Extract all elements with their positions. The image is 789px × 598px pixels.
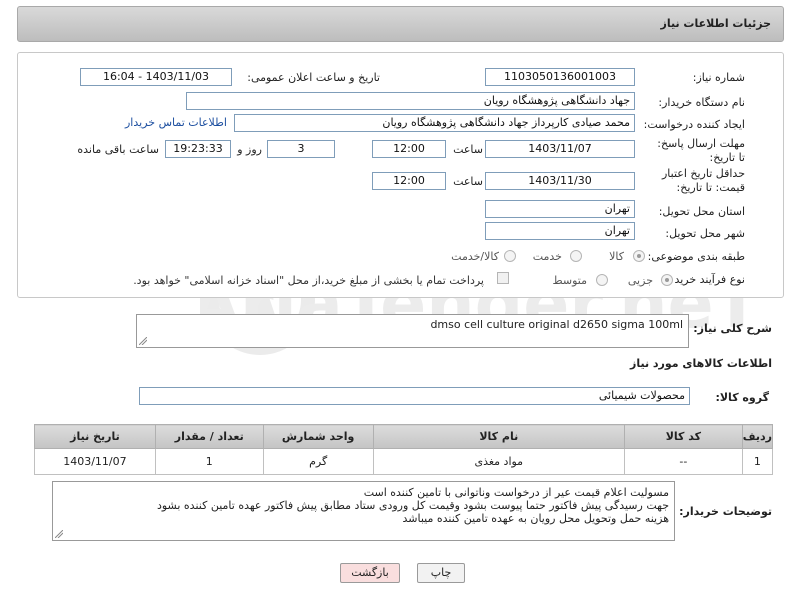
buyer-contact-link[interactable]: اطلاعات تماس خریدار [125, 116, 227, 129]
buyer-notes-label: توضیحات خریدار: [679, 505, 772, 518]
announce-label: تاریخ و ساعت اعلان عمومی: [247, 71, 380, 84]
buyer-org-field[interactable]: جهاد دانشگاهی پژوهشگاه رویان [186, 92, 635, 110]
process-label: نوع فرآیند خرید : [667, 273, 745, 286]
validity-time-label: ساعت [453, 175, 483, 188]
category-service-radio[interactable] [570, 250, 582, 262]
validity-time-field[interactable]: 12:00 [372, 172, 446, 190]
remaining-time-field[interactable]: 19:23:33 [165, 140, 231, 158]
goods-group-label: گروه کالا: [715, 391, 769, 404]
category-goods-radio[interactable] [633, 250, 645, 262]
province-field[interactable]: تهران [485, 200, 635, 218]
need-number-label: شماره نیاز: [692, 71, 745, 84]
process-medium-radio[interactable] [596, 274, 608, 286]
summary-text: dmso cell culture original d2650 sigma 1… [430, 318, 683, 331]
buyer-notes-line-3: هزینه حمل وتحویل محل رویان به عهده تامین… [402, 512, 669, 525]
city-field[interactable]: تهران [485, 222, 635, 240]
buyer-org-label: نام دستگاه خریدار: [658, 96, 745, 109]
table-row[interactable]: 1 -- مواد مغذی گرم 1 1403/11/07 [34, 448, 774, 475]
col-header-row-number: ردیف [741, 424, 774, 449]
reply-time-field[interactable]: 12:00 [372, 140, 446, 158]
reply-date-field[interactable]: 1403/11/07 [485, 140, 635, 158]
back-button[interactable]: بازگشت [340, 563, 400, 583]
col-header-code: کد کالا [624, 424, 743, 449]
city-label: شهر محل تحویل: [665, 227, 745, 240]
page-title: جزئیات اطلاعات نیاز [660, 17, 772, 30]
print-button[interactable]: چاپ [417, 563, 465, 583]
resize-grip-icon[interactable] [139, 337, 147, 345]
cell-name: مواد مغذی [372, 448, 626, 475]
reply-time-label: ساعت [453, 143, 483, 156]
process-medium-label: متوسط [552, 274, 587, 287]
category-label: طبقه بندی موضوعی: [647, 250, 745, 263]
col-header-name: نام کالا [372, 424, 626, 449]
cell-row-number: 1 [741, 448, 774, 475]
resize-grip-icon[interactable] [55, 530, 63, 538]
validity-label: حداقل تاریخ اعتبار قیمت: تا تاریخ: [661, 167, 745, 194]
cell-quantity: 1 [154, 448, 264, 475]
page-header: جزئیات اطلاعات نیاز [17, 6, 784, 42]
goods-info-title: اطلاعات کالاهای مورد نیاز [630, 357, 772, 370]
col-header-quantity: تعداد / مقدار [154, 424, 264, 449]
cell-code: -- [624, 448, 743, 475]
reply-deadline-label: مهلت ارسال پاسخ: تا تاریخ: [657, 137, 745, 164]
validity-date-field[interactable]: 1403/11/30 [485, 172, 635, 190]
summary-label: شرح کلی نیاز: [693, 322, 772, 335]
treasury-payment-checkbox[interactable] [497, 272, 509, 284]
category-both-label: کالا/خدمت [451, 250, 499, 263]
need-number-field[interactable]: 1103050136001003 [485, 68, 635, 86]
province-label: استان محل تحویل: [658, 205, 745, 218]
cell-unit: گرم [262, 448, 374, 475]
buyer-notes-line-2: جهت رسیدگی پیش فاکتور حتما پیوست بشود وق… [156, 499, 669, 512]
col-header-date: تاریخ نیاز [34, 424, 156, 449]
buyer-notes-textarea[interactable]: مسولیت اعلام قیمت عیر از درخواست وناتوان… [52, 481, 675, 541]
buyer-notes-line-1: مسولیت اعلام قیمت عیر از درخواست وناتوان… [363, 486, 669, 499]
treasury-payment-note: پرداخت تمام یا بخشی از مبلغ خرید،از محل … [133, 274, 484, 287]
cell-date: 1403/11/07 [34, 448, 156, 475]
col-header-unit: واحد شمارش [262, 424, 374, 449]
creator-field[interactable]: محمد صیادی کارپرداز جهاد دانشگاهی پژوهشگ… [234, 114, 635, 132]
process-minor-radio[interactable] [661, 274, 673, 286]
creator-label: ایجاد کننده درخواست: [643, 118, 745, 131]
days-label: روز و [237, 143, 262, 156]
days-field[interactable]: 3 [267, 140, 335, 158]
category-both-radio[interactable] [504, 250, 516, 262]
category-goods-label: کالا [609, 250, 624, 263]
summary-textarea[interactable]: dmso cell culture original d2650 sigma 1… [136, 314, 689, 348]
category-service-label: خدمت [532, 250, 562, 263]
remaining-label: ساعت باقی مانده [77, 143, 159, 156]
process-minor-label: جزیی [627, 274, 653, 287]
goods-table: ردیف کد کالا نام کالا واحد شمارش تعداد /… [34, 424, 774, 475]
goods-group-field[interactable]: محصولات شیمیائی [139, 387, 690, 405]
announce-field[interactable]: 1403/11/03 - 16:04 [80, 68, 232, 86]
table-header-row: ردیف کد کالا نام کالا واحد شمارش تعداد /… [34, 424, 774, 449]
